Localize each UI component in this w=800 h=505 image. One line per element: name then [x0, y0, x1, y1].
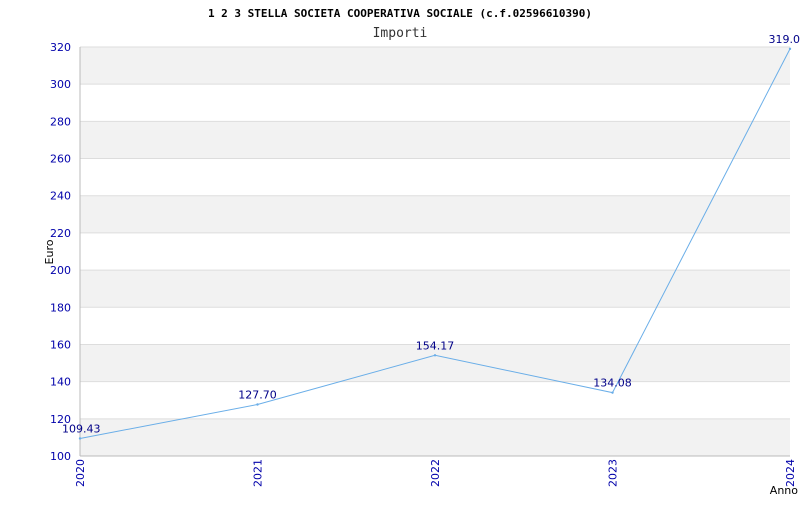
y-tick-label: 200: [50, 264, 71, 277]
data-label: 109.43: [62, 422, 101, 435]
x-axis-label: Anno: [770, 484, 798, 497]
x-tick-label: 2020: [74, 459, 87, 487]
data-point: [256, 403, 258, 405]
y-tick-label: 180: [50, 301, 71, 314]
y-tick-label: 320: [50, 41, 71, 54]
background-band: [80, 196, 790, 233]
chart-title: 1 2 3 STELLA SOCIETA COOPERATIVA SOCIALE…: [208, 7, 592, 20]
data-point: [789, 48, 791, 50]
y-tick-label: 100: [50, 450, 71, 463]
axes: [80, 47, 790, 456]
y-tick-label: 260: [50, 153, 71, 166]
x-tick-label: 2024: [784, 459, 797, 487]
data-label: 127.70: [238, 389, 277, 402]
background-band: [80, 270, 790, 307]
data-point: [79, 437, 81, 439]
y-tick-label: 240: [50, 190, 71, 203]
background-band: [80, 121, 790, 158]
y-tick-label: 220: [50, 227, 71, 240]
background-band: [80, 419, 790, 456]
chart-subtitle: Importi: [373, 26, 428, 41]
background-bands: [80, 47, 790, 456]
data-label: 319.0: [769, 33, 800, 46]
x-tick-label: 2023: [607, 459, 620, 487]
data-point: [434, 354, 436, 356]
x-tick-label: 2022: [429, 459, 442, 487]
chart: 100120140160180200220240260280300320 202…: [0, 0, 800, 500]
y-tick-label: 300: [50, 78, 71, 91]
line-chart: 100120140160180200220240260280300320 202…: [0, 0, 800, 500]
y-tick-label: 280: [50, 115, 71, 128]
x-tick-label: 2021: [252, 459, 265, 487]
y-axis-label: Euro: [43, 239, 56, 264]
gridlines: [80, 47, 790, 456]
data-point: [611, 391, 613, 393]
x-tick-labels: 2020 2021 2022 2023 2024: [74, 459, 797, 487]
data-label: 134.08: [593, 377, 632, 390]
background-band: [80, 47, 790, 84]
y-tick-label: 160: [50, 338, 71, 351]
y-tick-label: 140: [50, 376, 71, 389]
data-label: 154.17: [416, 339, 455, 352]
